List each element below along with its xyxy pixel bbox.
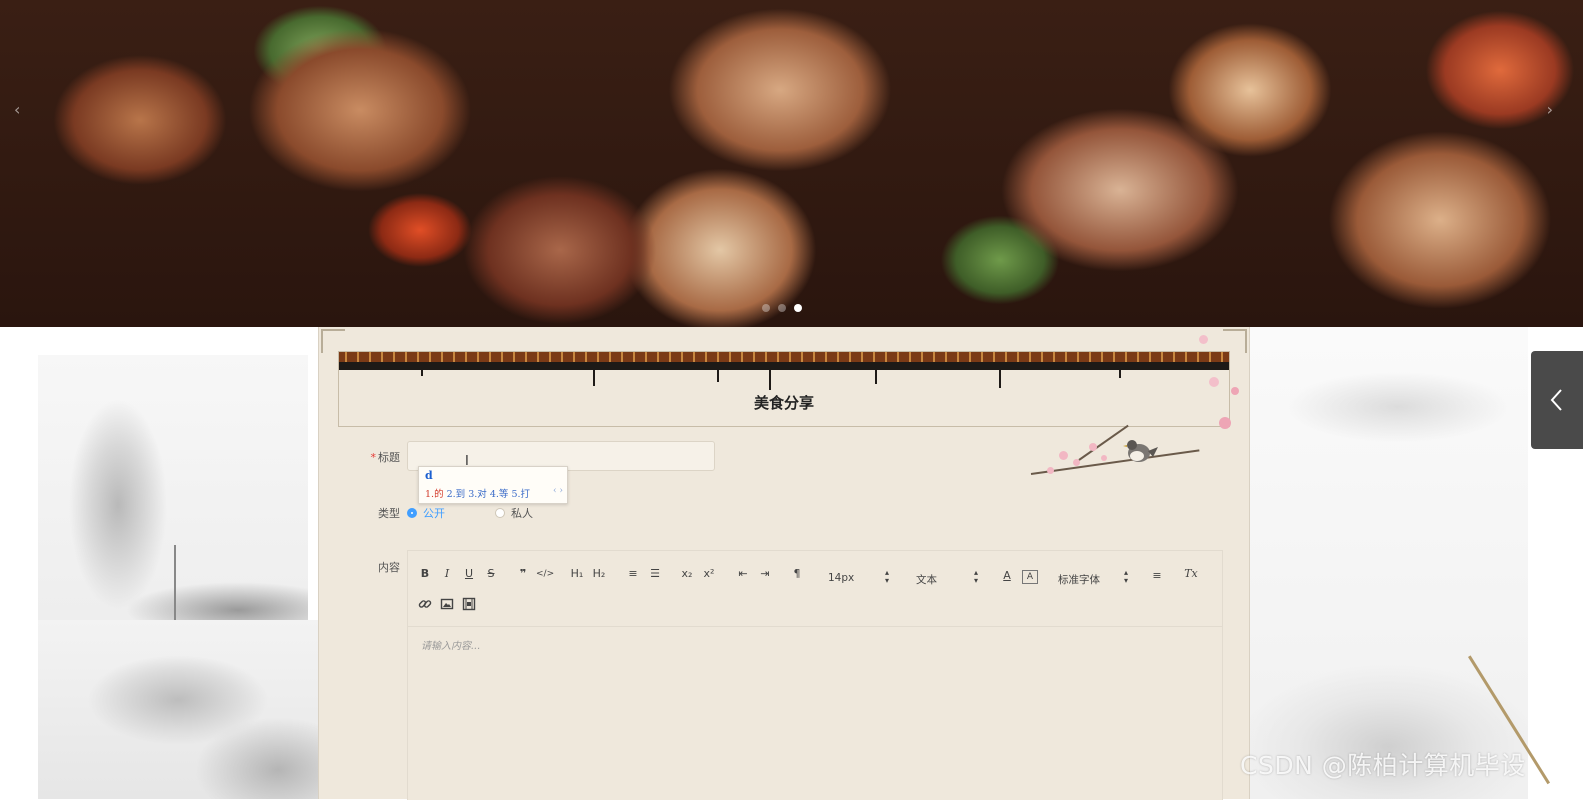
align-button[interactable]: ≡ bbox=[1150, 567, 1164, 585]
link-icon[interactable] bbox=[418, 596, 432, 610]
side-drawer-toggle[interactable] bbox=[1531, 351, 1583, 449]
outdent-button[interactable]: ⇤ bbox=[736, 565, 750, 583]
radio-checked-icon bbox=[407, 508, 417, 518]
ime-candidate[interactable]: 5.打 bbox=[511, 489, 530, 500]
ime-candidates: 1.的 2.到 3.对 4.等 5.打 bbox=[425, 486, 530, 500]
ordered-list-button[interactable]: ≡ bbox=[626, 565, 640, 583]
chevron-left-icon bbox=[1550, 389, 1562, 411]
ime-candidate[interactable]: 4.等 bbox=[490, 489, 509, 500]
corner-ornament bbox=[321, 329, 345, 353]
ime-composition: d bbox=[425, 469, 433, 482]
corner-ornament bbox=[1223, 329, 1247, 353]
carousel-dot-3-active[interactable] bbox=[794, 304, 802, 312]
hero-carousel[interactable]: ‹ › bbox=[0, 0, 1583, 327]
ink-brush-decoration bbox=[339, 362, 1229, 370]
radio-label: 公开 bbox=[423, 507, 445, 520]
fret-border-decoration bbox=[339, 352, 1229, 362]
carousel-dot-1[interactable] bbox=[762, 304, 770, 312]
subscript-button[interactable]: x₂ bbox=[680, 565, 694, 583]
select-arrows-icon: ▴ ▾ bbox=[974, 568, 979, 585]
superscript-button[interactable]: x² bbox=[702, 565, 716, 583]
carousel-indicators bbox=[762, 304, 802, 312]
editor-toolbar: B I U S ❞ </> H₁ H₂ ≡ ☰ x₂ x² ⇤ ⇥ ¶ 14px… bbox=[408, 551, 1222, 627]
editor-placeholder[interactable]: 请输入内容... bbox=[421, 637, 481, 652]
bird-icon bbox=[1123, 440, 1158, 462]
title-label: * 标题 bbox=[359, 449, 401, 465]
rich-text-editor: B I U S ❞ </> H₁ H₂ ≡ ☰ x₂ x² ⇤ ⇥ ¶ 14px… bbox=[407, 550, 1223, 800]
h2-button[interactable]: H₂ bbox=[592, 565, 606, 583]
radio-label: 私人 bbox=[511, 507, 533, 520]
blockquote-button[interactable]: ❞ bbox=[516, 565, 530, 583]
ime-page-nav[interactable]: ‹ › bbox=[553, 486, 563, 496]
watermark: CSDN @陈柏计算机毕设 bbox=[1240, 751, 1526, 780]
header-select-value: 文本 bbox=[916, 574, 937, 586]
select-arrows-icon: ▴ ▾ bbox=[1124, 568, 1129, 585]
ink-painting-left-top bbox=[38, 355, 308, 620]
carousel-dot-2[interactable] bbox=[778, 304, 786, 312]
font-color-button[interactable]: A bbox=[1000, 567, 1014, 585]
background-color-button[interactable]: A bbox=[1022, 570, 1038, 584]
type-radio-group: 公开 私人 bbox=[407, 505, 533, 521]
carousel-next-arrow[interactable]: › bbox=[1547, 100, 1553, 119]
carousel-prev-arrow[interactable]: ‹ bbox=[14, 100, 20, 119]
font-family-value: 标准字体 bbox=[1058, 574, 1100, 586]
page-title: 美食分享 bbox=[753, 394, 814, 412]
video-icon[interactable] bbox=[462, 596, 476, 611]
clean-format-button[interactable]: Tx bbox=[1184, 565, 1198, 583]
panel-header: 美食分享 bbox=[338, 351, 1230, 427]
bold-button[interactable]: B bbox=[418, 565, 432, 583]
text-direction-button[interactable]: ¶ bbox=[790, 565, 804, 583]
title-label-text: 标题 bbox=[378, 451, 400, 464]
image-icon[interactable] bbox=[440, 596, 454, 610]
select-arrows-icon: ▴ ▾ bbox=[885, 568, 890, 585]
font-size-value: 14px bbox=[828, 572, 855, 584]
italic-button[interactable]: I bbox=[440, 565, 454, 583]
required-asterisk: * bbox=[370, 451, 377, 464]
ime-candidate[interactable]: 2.到 bbox=[447, 489, 466, 500]
content-label: 内容 bbox=[378, 561, 400, 574]
radio-unchecked-icon bbox=[495, 508, 505, 518]
ink-painting-right bbox=[1248, 327, 1551, 799]
code-block-button[interactable]: </> bbox=[536, 565, 554, 583]
bullet-list-button[interactable]: ☰ bbox=[648, 565, 662, 583]
ime-candidate-popup[interactable]: d 1.的 2.到 3.对 4.等 5.打 ‹ › bbox=[418, 466, 568, 504]
type-label: 类型 bbox=[378, 507, 400, 520]
underline-button[interactable]: U bbox=[462, 565, 476, 583]
share-form-panel: 美食分享 * 标题 I d 1.的 2.到 3.对 4.等 5.打 ‹ › 类型… bbox=[318, 327, 1250, 800]
ink-painting-left-bottom bbox=[38, 620, 318, 799]
type-radio-private[interactable]: 私人 bbox=[495, 505, 533, 521]
strike-button[interactable]: S bbox=[484, 565, 498, 583]
type-radio-public[interactable]: 公开 bbox=[407, 505, 445, 521]
ime-candidate[interactable]: 1.的 bbox=[425, 489, 444, 500]
indent-button[interactable]: ⇥ bbox=[758, 565, 772, 583]
h1-button[interactable]: H₁ bbox=[570, 565, 584, 583]
ime-candidate[interactable]: 3.对 bbox=[468, 489, 487, 500]
